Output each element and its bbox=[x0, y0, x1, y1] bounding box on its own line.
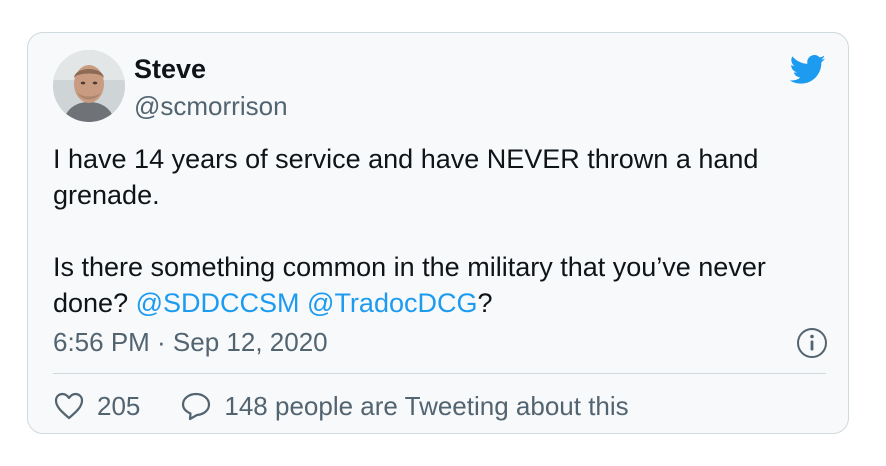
tweet-card[interactable]: Steve @scmorrison I have 14 years of ser… bbox=[27, 32, 849, 434]
like-button[interactable]: 205 bbox=[53, 391, 140, 422]
reply-count-text: 148 people are Tweeting about this bbox=[224, 390, 629, 421]
reply-count-button[interactable]: 148 people are Tweeting about this bbox=[180, 390, 629, 422]
tweet-text: I have 14 years of service and have NEVE… bbox=[53, 141, 833, 321]
author-name[interactable]: Steve bbox=[134, 53, 206, 85]
tweet-line-2: Is there something common in the militar… bbox=[53, 249, 833, 321]
heart-icon bbox=[54, 392, 84, 420]
tweet-timestamp[interactable]: 6:56 PM · Sep 12, 2020 bbox=[53, 326, 328, 358]
tweet-line-2-suffix: ? bbox=[477, 288, 493, 318]
divider bbox=[53, 373, 826, 374]
author-handle[interactable]: @scmorrison bbox=[134, 90, 288, 122]
mention-separator bbox=[300, 288, 308, 318]
avatar[interactable] bbox=[53, 50, 125, 122]
speech-bubble-icon bbox=[182, 392, 211, 421]
tweet-actions: 205 148 people are Tweeting about this bbox=[53, 389, 629, 423]
tweet-line-1: I have 14 years of service and have NEVE… bbox=[53, 144, 759, 210]
twitter-bird-icon[interactable] bbox=[790, 55, 826, 85]
info-icon[interactable] bbox=[796, 327, 828, 359]
like-count: 205 bbox=[97, 390, 141, 421]
mention-link-sddccsm[interactable]: @SDDCCSM bbox=[136, 288, 300, 318]
mention-link-tradocdcg[interactable]: @TradocDCG bbox=[307, 288, 477, 318]
